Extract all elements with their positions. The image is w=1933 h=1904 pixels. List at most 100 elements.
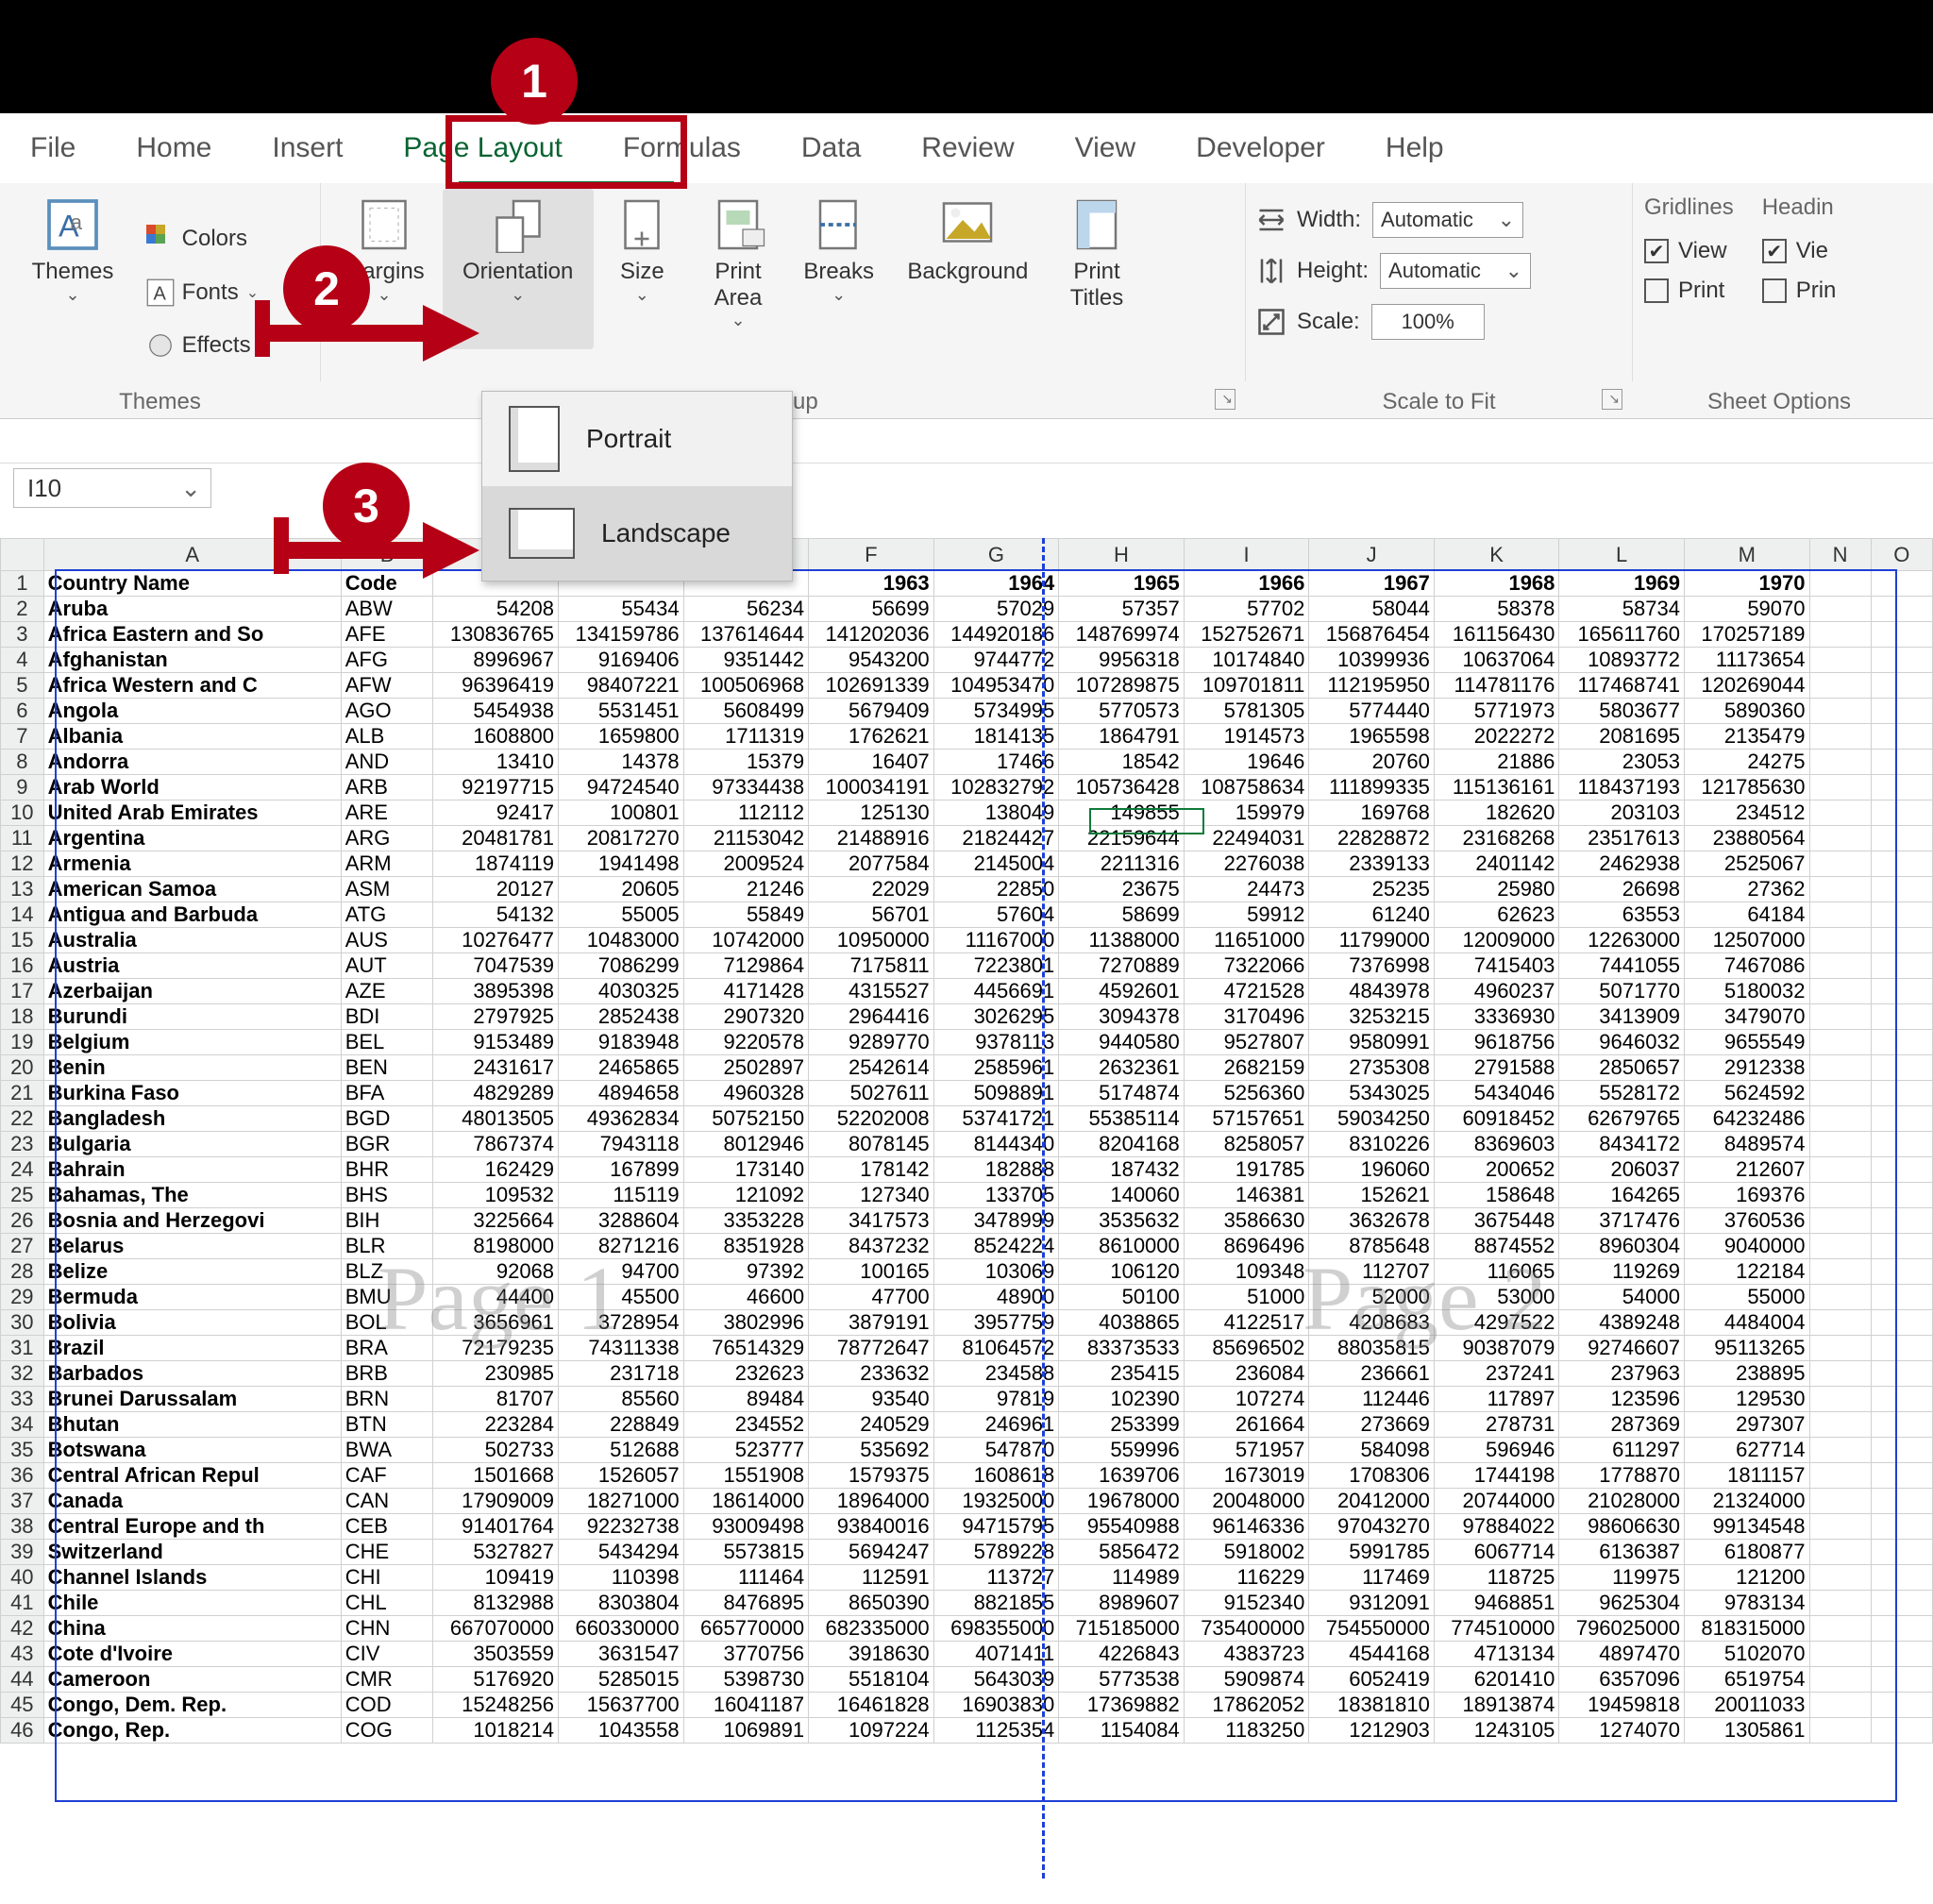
callout-1: 1 <box>491 38 578 125</box>
group-scale-to-fit: Width: Automatic Height: Automatic Scale… <box>1246 183 1633 381</box>
select-all-corner[interactable] <box>1 539 44 571</box>
fonts-button[interactable]: A Fonts ⌄ <box>146 269 271 316</box>
breaks-button[interactable]: Breaks ⌄ <box>792 189 886 349</box>
table-row[interactable]: 35BotswanaBWA502733512688523777535692547… <box>1 1438 1933 1463</box>
table-row[interactable]: 39SwitzerlandCHE532782754342945573815569… <box>1 1540 1933 1565</box>
chevron-down-icon: ⌄ <box>65 285 79 305</box>
table-row[interactable]: 9Arab WorldARB92197715947245409733443810… <box>1 775 1933 800</box>
table-row[interactable]: 18BurundiBDI2797925285243829073202964416… <box>1 1004 1933 1030</box>
colors-label: Colors <box>182 226 247 252</box>
tab-developer[interactable]: Developer <box>1166 113 1355 183</box>
tab-help[interactable]: Help <box>1355 113 1474 183</box>
effects-button[interactable]: Effects ⌄ <box>146 322 271 369</box>
callout-2: 2 <box>283 245 370 332</box>
table-row[interactable]: 16AustriaAUT7047539708629971298647175811… <box>1 953 1933 979</box>
table-row[interactable]: 42ChinaCHN667070000660330000665770000682… <box>1 1616 1933 1642</box>
table-row[interactable]: 13American SamoaASM201272060521246220292… <box>1 877 1933 902</box>
table-row[interactable]: 10United Arab EmiratesARE924171008011121… <box>1 800 1933 826</box>
table-row[interactable]: 30BoliviaBOL3656961372895438029963879191… <box>1 1310 1933 1336</box>
print-area-button[interactable]: Print Area ⌄ <box>691 189 785 349</box>
table-row[interactable]: 44CameroonCMR517692052850155398730551810… <box>1 1667 1933 1693</box>
orientation-landscape[interactable]: Landscape <box>482 486 792 581</box>
colors-button[interactable]: Colors <box>146 215 271 262</box>
page-break-line <box>1042 538 1045 1879</box>
chevron-down-icon: ⌄ <box>635 285 649 305</box>
landscape-icon <box>509 508 575 559</box>
table-row[interactable]: 26Bosnia and HerzegoviBIH322566432886043… <box>1 1208 1933 1234</box>
table-row[interactable]: 41ChileCHL813298883038048476895865039088… <box>1 1591 1933 1616</box>
table-row[interactable]: 31BrazilBRA72179235743113387651432978772… <box>1 1336 1933 1361</box>
landscape-label: Landscape <box>601 518 731 548</box>
size-button[interactable]: Size ⌄ <box>599 189 684 349</box>
table-row[interactable]: 40Channel IslandsCHI10941911039811146411… <box>1 1565 1933 1591</box>
scale-label: Scale: <box>1297 309 1360 335</box>
table-row[interactable]: 20BeninBEN243161724658652502897254261425… <box>1 1055 1933 1081</box>
table-row[interactable]: 19BelgiumBEL9153489918394892205789289770… <box>1 1030 1933 1055</box>
svg-text:A: A <box>153 283 166 304</box>
tab-review[interactable]: Review <box>891 113 1044 183</box>
table-row[interactable]: 34BhutanBTN22328422884923455224052924696… <box>1 1412 1933 1438</box>
callout-3: 3 <box>323 463 410 549</box>
table-row[interactable]: 23BulgariaBGR786737479431188012946807814… <box>1 1132 1933 1157</box>
table-row[interactable]: 5Africa Western and CAFW9639641998407221… <box>1 673 1933 699</box>
worksheet-grid[interactable]: ABCDEFGHIJKLMNO 1Country NameCode1963196… <box>0 538 1933 1744</box>
portrait-icon <box>509 406 560 472</box>
table-row[interactable]: 4AfghanistanAFG8996967916940693514429543… <box>1 648 1933 673</box>
tab-data[interactable]: Data <box>771 113 891 183</box>
themes-button[interactable]: Aa Themes ⌄ <box>11 189 134 349</box>
table-row[interactable]: 15AustraliaAUS10276477104830001074200010… <box>1 928 1933 953</box>
table-row[interactable]: 43Cote d'IvoireCIV3503559363154737707563… <box>1 1642 1933 1667</box>
table-row[interactable]: 8AndorraAND13410143781537916407174661854… <box>1 750 1933 775</box>
table-row[interactable]: 37CanadaCAN17909009182710001861400018964… <box>1 1489 1933 1514</box>
fonts-label: Fonts <box>182 279 239 306</box>
table-row[interactable]: 33Brunei DarussalamBRN817078556089484935… <box>1 1387 1933 1412</box>
headings-view-check[interactable]: ✔Vie <box>1762 238 1837 264</box>
height-combo[interactable]: Automatic <box>1380 253 1531 289</box>
gridlines-column: Gridlines ✔View Print <box>1644 189 1734 376</box>
gridlines-print-check[interactable]: Print <box>1644 278 1734 304</box>
table-row[interactable]: 7AlbaniaALB16088001659800171131917626211… <box>1 724 1933 750</box>
table-row[interactable]: 21Burkina FasoBFA48292894894658496032850… <box>1 1081 1933 1106</box>
table-row[interactable]: 27BelarusBLR8198000827121683519288437232… <box>1 1234 1933 1259</box>
print-area-icon <box>710 196 766 253</box>
table-row[interactable]: 29BermudaBMU4440045500466004770048900501… <box>1 1285 1933 1310</box>
print-titles-label: Print Titles <box>1070 259 1123 311</box>
table-row[interactable]: 46Congo, Rep.COG101821410435581069891109… <box>1 1718 1933 1744</box>
name-box[interactable]: I10 <box>13 468 211 508</box>
margins-icon <box>356 196 412 253</box>
table-row[interactable]: 28BelizeBLZ92068947009739210016510306910… <box>1 1259 1933 1285</box>
width-combo[interactable]: Automatic <box>1372 202 1523 238</box>
scale-spinner[interactable]: 100% <box>1371 304 1485 340</box>
table-row[interactable]: 12ArmeniaARM1874119194149820095242077584… <box>1 851 1933 877</box>
tab-view[interactable]: View <box>1045 113 1166 183</box>
height-icon <box>1257 257 1286 285</box>
table-row[interactable]: 25Bahamas, TheBHS10953211511912109212734… <box>1 1183 1933 1208</box>
table-row[interactable]: 45Congo, Dem. Rep.COD1524825615637700160… <box>1 1693 1933 1718</box>
background-label: Background <box>907 259 1028 285</box>
table-row[interactable]: 3Africa Eastern and SoAFE130836765134159… <box>1 622 1933 648</box>
table-row[interactable]: 2ArubaABW5420855434562345669957029573575… <box>1 597 1933 622</box>
tab-insert[interactable]: Insert <box>242 113 373 183</box>
table-row[interactable]: 32BarbadosBRB230985231718232623233632234… <box>1 1361 1933 1387</box>
gridlines-view-check[interactable]: ✔View <box>1644 238 1734 264</box>
table-row[interactable]: 36Central African RepulCAF15016681526057… <box>1 1463 1933 1489</box>
headings-print-check[interactable]: Prin <box>1762 278 1837 304</box>
print-titles-button[interactable]: Print Titles <box>1050 189 1144 349</box>
background-button[interactable]: Background <box>892 189 1043 349</box>
table-row[interactable]: 14Antigua and BarbudaATG5413255005558495… <box>1 902 1933 928</box>
tab-file[interactable]: File <box>0 113 106 183</box>
table-row[interactable]: 17AzerbaijanAZE3895398403032541714284315… <box>1 979 1933 1004</box>
tab-home[interactable]: Home <box>106 113 242 183</box>
table-row[interactable]: 24BahrainBHR1624291678991731401781421828… <box>1 1157 1933 1183</box>
ribbon-tabs: File Home Insert Page Layout Formulas Da… <box>0 113 1933 183</box>
headings-header: Headin <box>1762 194 1837 221</box>
table-row[interactable]: 38Central Europe and thCEB91401764922327… <box>1 1514 1933 1540</box>
fonts-icon: A <box>146 278 175 307</box>
scale-launcher[interactable]: ↘ <box>1602 389 1622 410</box>
table-row[interactable]: 11ArgentinaARG20481781208172702115304221… <box>1 826 1933 851</box>
orientation-portrait[interactable]: Portrait <box>482 392 792 486</box>
table-row[interactable]: 6AngolaAGO545493855314515608499567940957… <box>1 699 1933 724</box>
page-setup-launcher[interactable]: ↘ <box>1215 389 1235 410</box>
table-row[interactable]: 22BangladeshBGD4801350549362834507521505… <box>1 1106 1933 1132</box>
size-icon <box>614 196 670 253</box>
